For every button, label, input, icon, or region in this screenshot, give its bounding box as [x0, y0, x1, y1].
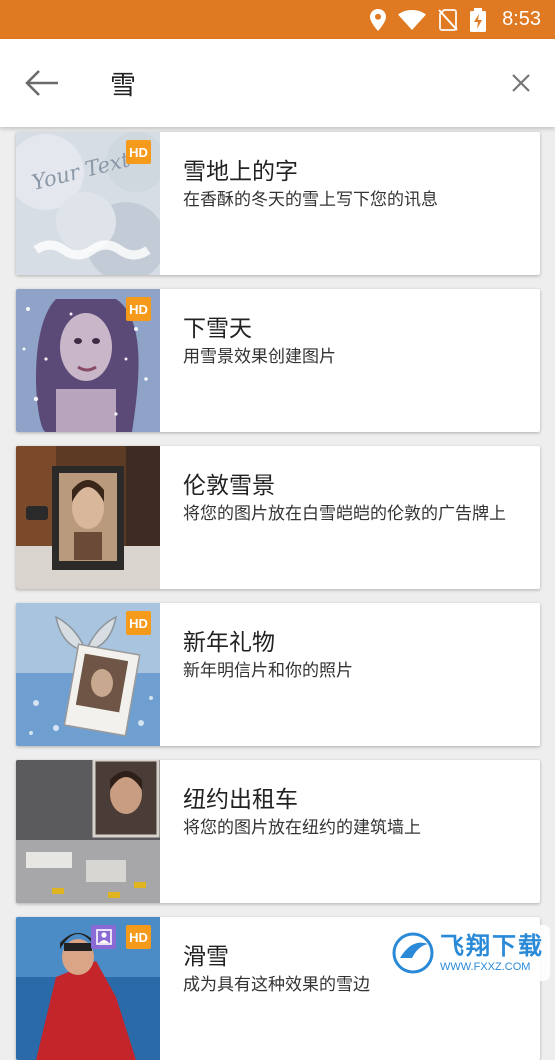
- card-title: 雪地上的字: [183, 159, 298, 185]
- search-bar: [0, 39, 555, 127]
- thumbnail: HD: [16, 289, 160, 432]
- card-title: 纽约出租车: [183, 787, 298, 813]
- card-title: 下雪天: [183, 316, 252, 342]
- card-description: 将您的图片放在白雪皑皑的伦敦的广告牌上: [183, 504, 506, 524]
- face-badge: [91, 925, 116, 949]
- card-description: 用雪景效果创建图片: [183, 347, 336, 367]
- card-description: 新年明信片和你的照片: [183, 661, 353, 681]
- card-description: 在香酥的冬天的雪上写下您的讯息: [183, 190, 438, 210]
- result-card[interactable]: 伦敦雪景 将您的图片放在白雪皑皑的伦敦的广告牌上: [16, 446, 540, 589]
- clear-search-button[interactable]: [505, 67, 537, 99]
- wifi-icon: [398, 9, 427, 30]
- watermark-logo: 飞翔下载 WWW.FXXZ.COM: [388, 925, 550, 981]
- card-title: 伦敦雪景: [183, 473, 275, 499]
- person-icon: [95, 929, 112, 945]
- thumbnail: Your Text HD: [16, 132, 160, 275]
- hd-badge: HD: [126, 140, 151, 164]
- result-card[interactable]: 纽约出租车 将您的图片放在纽约的建筑墙上: [16, 760, 540, 903]
- hd-badge: HD: [126, 611, 151, 635]
- watermark-url: WWW.FXXZ.COM: [440, 961, 531, 973]
- location-icon: [370, 8, 387, 31]
- result-card[interactable]: HD 下雪天 用雪景效果创建图片: [16, 289, 540, 432]
- hd-badge: HD: [126, 297, 151, 321]
- thumbnail: [16, 446, 160, 589]
- search-input[interactable]: [110, 53, 440, 113]
- card-description: 将您的图片放在纽约的建筑墙上: [183, 818, 421, 838]
- card-title: 滑雪: [183, 944, 229, 970]
- back-button[interactable]: [2, 39, 82, 127]
- card-title: 新年礼物: [183, 630, 275, 656]
- result-card[interactable]: HD 新年礼物 新年明信片和你的照片: [16, 603, 540, 746]
- thumbnail: HD: [16, 603, 160, 746]
- battery-charging-icon: [470, 7, 487, 32]
- close-icon: [512, 74, 530, 92]
- watermark-name: 飞翔下载: [440, 932, 544, 960]
- no-sim-icon: [438, 8, 458, 31]
- thumbnail: HD: [16, 917, 160, 1060]
- status-bar: 8:53: [0, 0, 555, 39]
- thumbnail: [16, 760, 160, 903]
- back-arrow-icon: [25, 70, 58, 96]
- result-card[interactable]: Your Text HD 雪地上的字 在香酥的冬天的雪上写下您的讯息: [16, 132, 540, 275]
- hd-badge: HD: [126, 925, 151, 949]
- watermark-logo-icon: [392, 932, 434, 974]
- status-time: 8:53: [502, 8, 541, 30]
